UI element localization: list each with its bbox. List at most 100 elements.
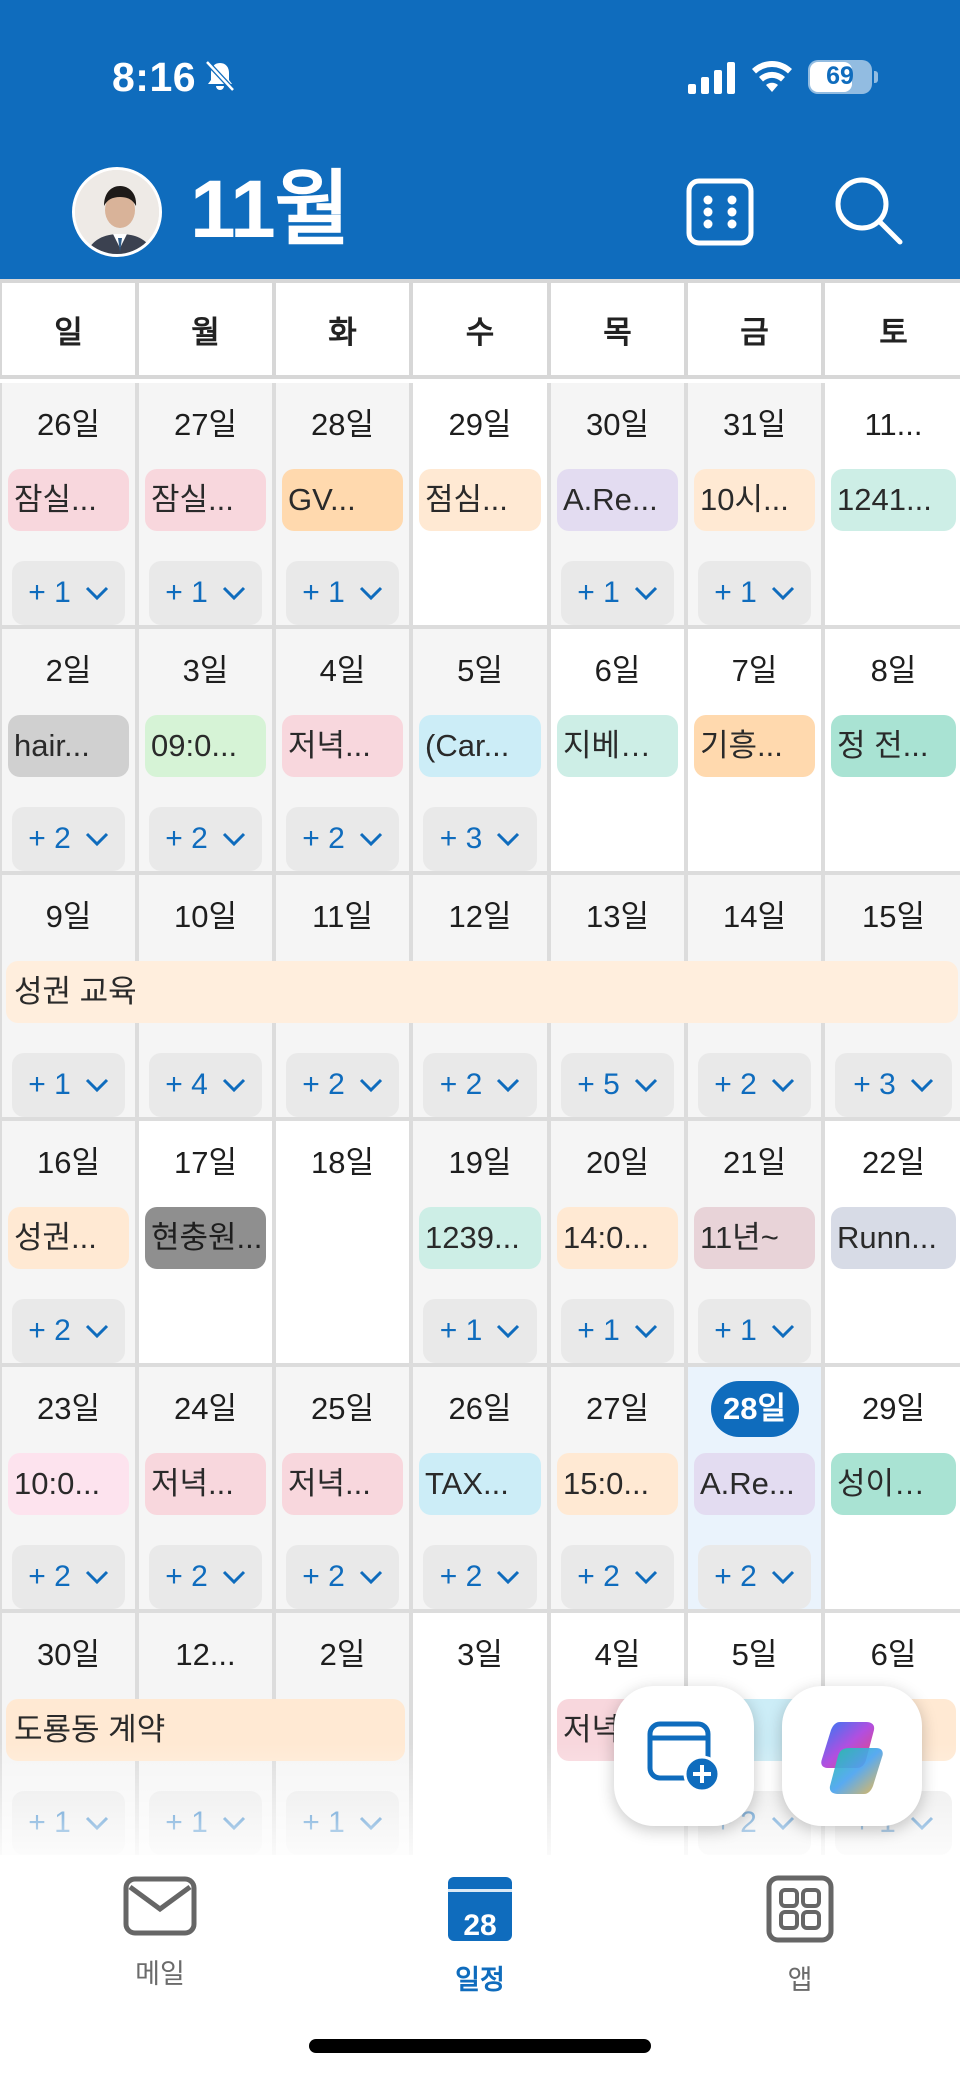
day-cell[interactable]: 17일 현충원...: [139, 1121, 272, 1363]
event-chip[interactable]: 15:0...: [557, 1453, 678, 1515]
more-events-button[interactable]: + 1: [286, 561, 399, 625]
day-cell[interactable]: 29일 성이…: [825, 1367, 960, 1609]
day-cell[interactable]: 16일 성권... + 2: [2, 1121, 135, 1363]
more-events-button[interactable]: + 1: [12, 561, 125, 625]
search-icon[interactable]: [832, 174, 904, 246]
event-chip[interactable]: 11년~: [694, 1207, 815, 1269]
event-chip[interactable]: GV...: [282, 469, 403, 531]
more-events-button[interactable]: + 2: [423, 1053, 537, 1117]
event-chip[interactable]: 1241...: [831, 469, 956, 531]
day-number: 6일: [870, 1637, 917, 1672]
more-events-button[interactable]: + 2: [12, 807, 125, 871]
event-chip[interactable]: 저녁...: [282, 715, 403, 777]
chevron-down-icon: [771, 1078, 794, 1093]
event-chip[interactable]: 10시...: [694, 469, 815, 531]
more-events-button[interactable]: + 4: [149, 1053, 262, 1117]
day-cell[interactable]: 22일 Runn...: [825, 1121, 960, 1363]
more-events-button[interactable]: + 5: [561, 1053, 674, 1117]
more-events-button[interactable]: + 2: [561, 1545, 674, 1609]
event-chip[interactable]: 점심...: [419, 469, 541, 531]
more-events-button[interactable]: + 1: [561, 561, 674, 625]
event-chip[interactable]: 잠실...: [145, 469, 266, 531]
event-chip[interactable]: TAX...: [419, 1453, 541, 1515]
event-chip[interactable]: 1239...: [419, 1207, 541, 1269]
event-chip[interactable]: 저녁...: [145, 1453, 266, 1515]
day-cell[interactable]: 27일 잠실... + 1: [139, 383, 272, 625]
day-cell[interactable]: 7일기흥...: [688, 629, 821, 871]
event-chip[interactable]: 현충원...: [145, 1207, 266, 1269]
tab-apps[interactable]: 앱: [700, 1875, 900, 1997]
more-events-button[interactable]: + 1: [149, 561, 262, 625]
day-cell[interactable]: 6일 지베…: [551, 629, 684, 871]
event-chip[interactable]: Runn...: [831, 1207, 956, 1269]
event-chip[interactable]: 지베…: [557, 715, 678, 777]
day-cell[interactable]: 26일 TAX... + 2: [413, 1367, 547, 1609]
day-cell[interactable]: 31일 10시... + 1: [688, 383, 821, 625]
event-chip[interactable]: 저녁...: [282, 1453, 403, 1515]
event-chip[interactable]: 성이…: [831, 1453, 956, 1515]
day-cell[interactable]: 25일 저녁... + 2: [276, 1367, 409, 1609]
more-events-button[interactable]: + 2: [12, 1299, 125, 1363]
day-cell[interactable]: 29일 점심...: [413, 383, 547, 625]
more-events-button[interactable]: + 1: [423, 1299, 537, 1363]
day-cell[interactable]: 11... 1241...: [825, 383, 960, 625]
day-cell[interactable]: 5일 (Car... + 3: [413, 629, 547, 871]
day-cell[interactable]: 3일 09:0... + 2: [139, 629, 272, 871]
day-cell[interactable]: 28일 A.Re... + 2: [688, 1367, 821, 1609]
more-events-button[interactable]: + 2: [149, 807, 262, 871]
day-number: 7일: [731, 653, 778, 688]
view-switcher-grid-icon[interactable]: [686, 178, 754, 246]
more-events-button[interactable]: + 3: [423, 807, 537, 871]
more-events-button[interactable]: + 1: [12, 1053, 125, 1117]
more-events-button[interactable]: + 1: [698, 561, 811, 625]
event-chip[interactable]: 14:0...: [557, 1207, 678, 1269]
more-events-button[interactable]: + 2: [286, 1545, 399, 1609]
event-chip[interactable]: 09:0...: [145, 715, 266, 777]
month-title[interactable]: 11월: [190, 160, 350, 260]
copilot-button[interactable]: [782, 1686, 922, 1826]
more-events-button[interactable]: + 2: [423, 1545, 537, 1609]
day-cell[interactable]: 30일 A.Re... + 1: [551, 383, 684, 625]
day-number: 12일: [448, 899, 512, 934]
event-chip[interactable]: 성권...: [8, 1207, 129, 1269]
more-events-button[interactable]: + 1: [561, 1299, 674, 1363]
day-cell[interactable]: 23일 10:0... + 2: [2, 1367, 135, 1609]
more-events-count: + 3: [853, 1068, 896, 1101]
event-chip[interactable]: 기흥...: [694, 715, 815, 777]
more-events-button[interactable]: + 2: [149, 1545, 262, 1609]
event-chip[interactable]: A.Re...: [694, 1453, 815, 1515]
more-events-button[interactable]: + 2: [286, 1053, 399, 1117]
day-cell[interactable]: 4일 저녁... + 2: [276, 629, 409, 871]
more-events-button[interactable]: + 2: [286, 807, 399, 871]
more-events-button[interactable]: + 1: [698, 1299, 811, 1363]
tab-mail[interactable]: 메일: [60, 1875, 260, 1991]
event-chip[interactable]: 10:0...: [8, 1453, 129, 1515]
day-cell[interactable]: 20일 14:0... + 1: [551, 1121, 684, 1363]
day-cell[interactable]: 24일저녁... + 2: [139, 1367, 272, 1609]
event-chip[interactable]: 정 전...: [831, 715, 956, 777]
event-chip[interactable]: hair...: [8, 715, 129, 777]
day-number: 24일: [173, 1391, 237, 1426]
more-events-button[interactable]: + 2: [698, 1053, 811, 1117]
day-cell[interactable]: 2일 hair... + 2: [2, 629, 135, 871]
day-cell[interactable]: 8일 정 전...: [825, 629, 960, 871]
day-cell[interactable]: 28일 GV... + 1: [276, 383, 409, 625]
tab-calendar[interactable]: 28 일정: [380, 1875, 580, 1997]
day-number: 28일: [310, 407, 374, 442]
day-number: 22일: [861, 1145, 925, 1180]
more-events-button[interactable]: + 2: [698, 1545, 811, 1609]
event-chip[interactable]: A.Re...: [557, 469, 678, 531]
new-event-button[interactable]: [614, 1686, 754, 1826]
event-chip[interactable]: (Car...: [419, 715, 541, 777]
more-events-count: + 1: [577, 576, 620, 609]
day-cell[interactable]: 21일 11년~ + 1: [688, 1121, 821, 1363]
event-chip[interactable]: 잠실...: [8, 469, 129, 531]
day-cell[interactable]: 19일 1239... + 1: [413, 1121, 547, 1363]
multi-day-event[interactable]: 성권 교육: [6, 961, 958, 1023]
more-events-button[interactable]: + 2: [12, 1545, 125, 1609]
day-cell[interactable]: 26일 잠실... + 1: [2, 383, 135, 625]
more-events-button[interactable]: + 3: [835, 1053, 952, 1117]
day-cell[interactable]: 27일 15:0... + 2: [551, 1367, 684, 1609]
profile-avatar[interactable]: [72, 167, 162, 257]
day-cell[interactable]: 18일: [276, 1121, 409, 1363]
